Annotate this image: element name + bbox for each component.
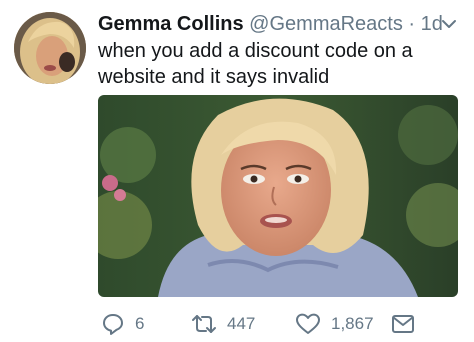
tweet-text: when you add a discount code on a websit… (98, 40, 413, 88)
chevron-down-icon[interactable] (438, 15, 460, 33)
tweet-actions: 6 447 1,867 (98, 310, 474, 338)
tweet-card: Gemma Collins @GemmaReacts · 1d when you… (0, 0, 474, 342)
username-handle[interactable]: @GemmaReacts (249, 13, 403, 35)
like-button[interactable]: 1,867 (294, 310, 374, 338)
tweet-media-image[interactable] (98, 95, 458, 297)
display-name[interactable]: Gemma Collins (98, 13, 244, 35)
heart-icon (294, 311, 322, 337)
tweet-header: Gemma Collins @GemmaReacts · 1d (98, 11, 443, 37)
retweet-button[interactable]: 447 (190, 310, 255, 338)
retweet-icon (190, 311, 218, 337)
reply-count: 6 (135, 314, 145, 333)
like-count: 1,867 (331, 314, 374, 333)
avatar[interactable] (14, 12, 86, 84)
reply-button[interactable]: 6 (100, 310, 144, 338)
separator-dot: · (408, 13, 416, 35)
reply-icon (100, 311, 126, 337)
direct-message-button[interactable] (390, 310, 416, 338)
retweet-count: 447 (227, 314, 256, 333)
envelope-icon (390, 311, 416, 337)
